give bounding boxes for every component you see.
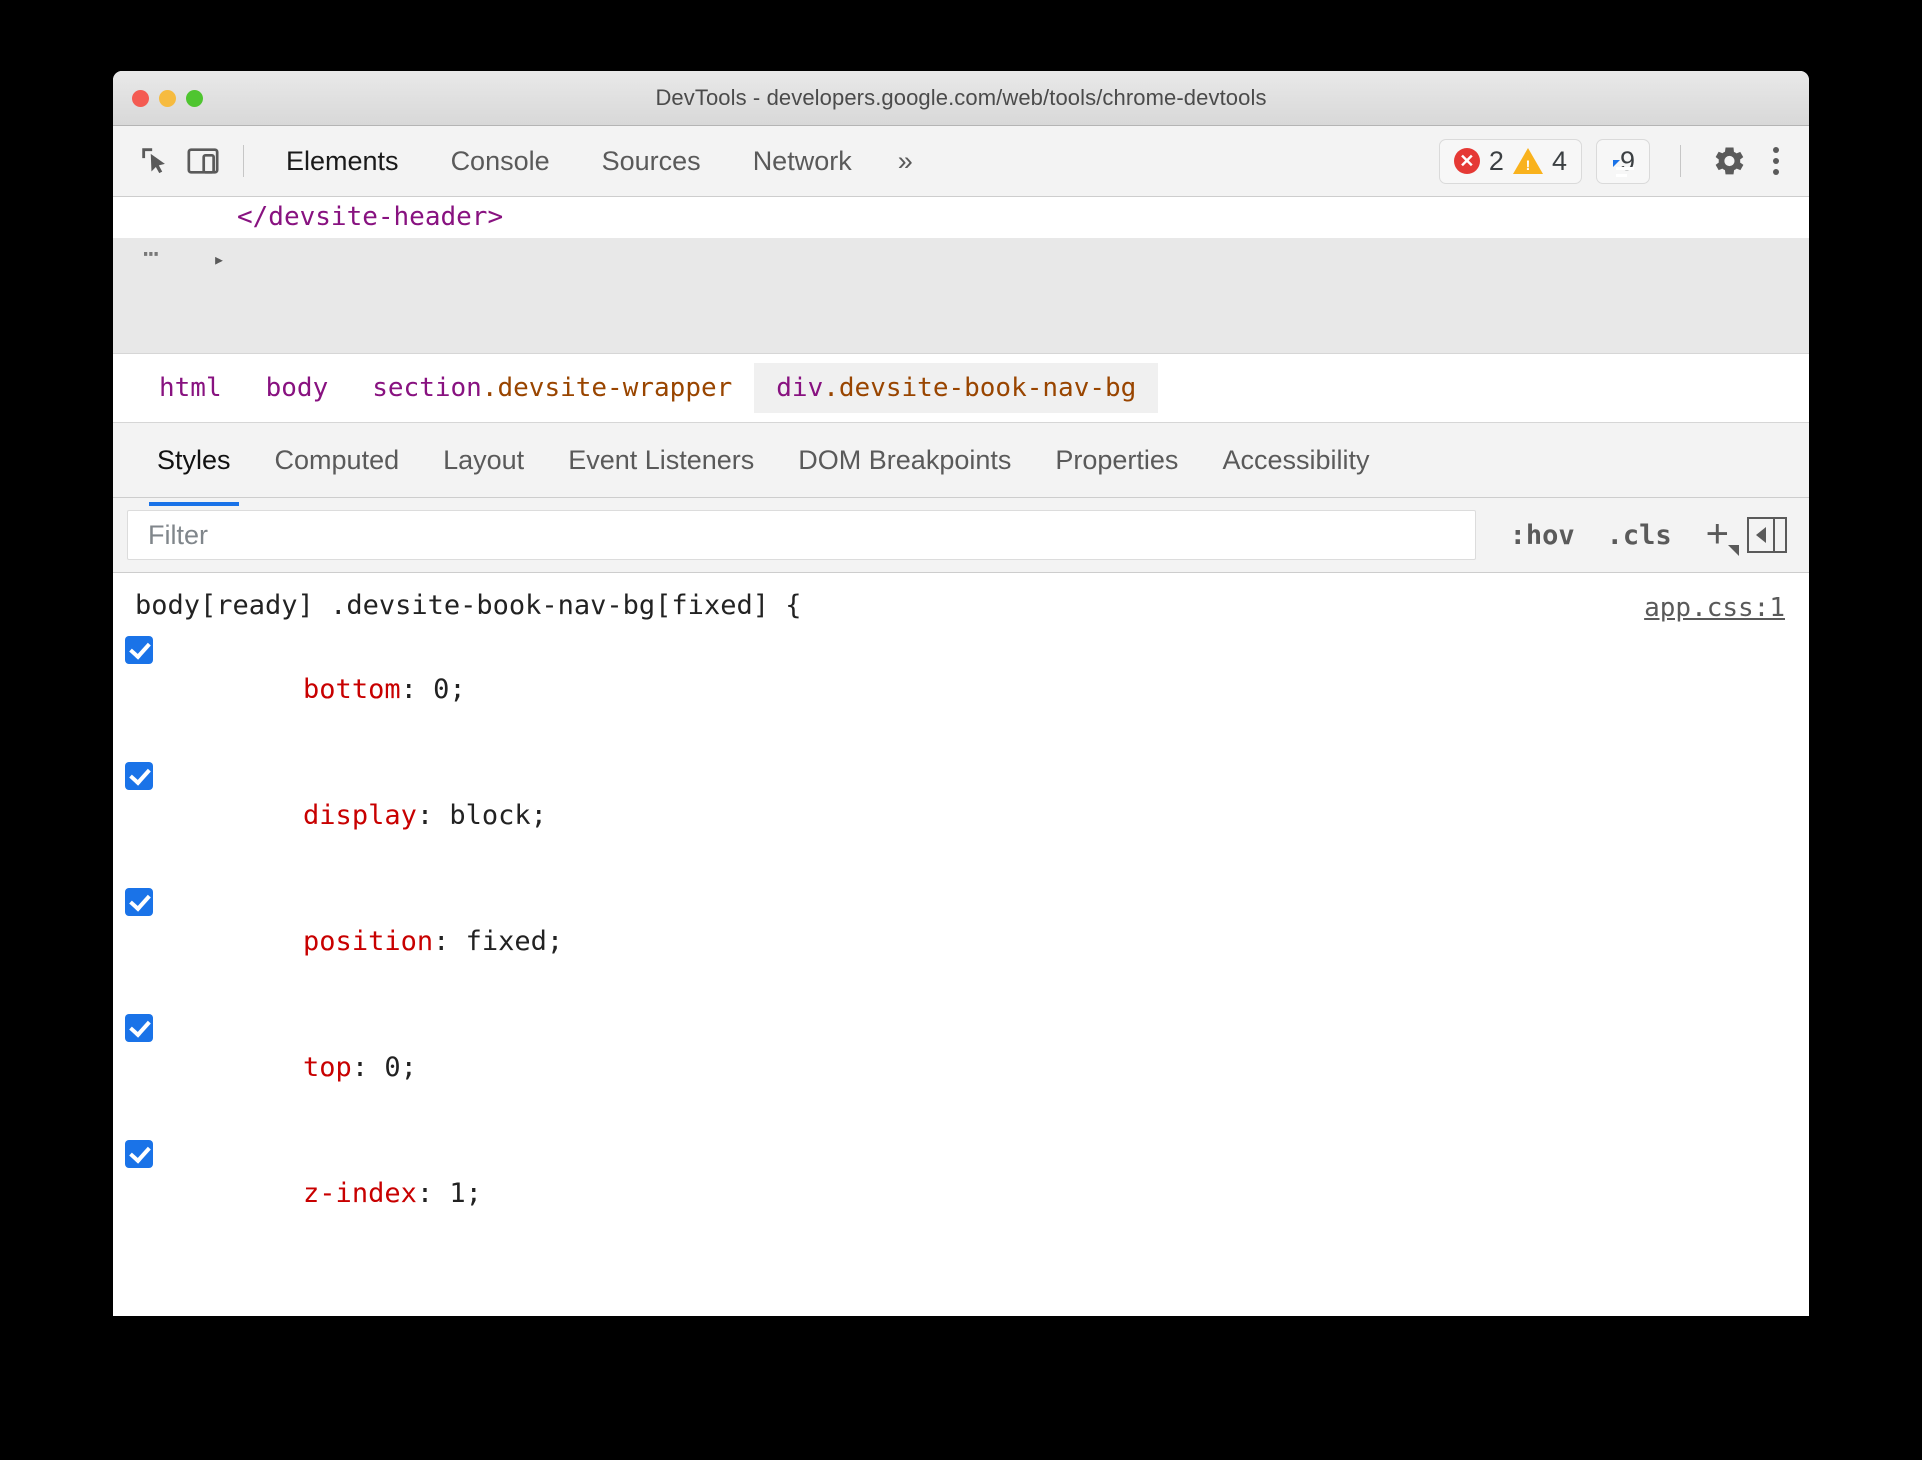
window-title: DevTools - developers.google.com/web/too… <box>655 85 1267 110</box>
filter-input-wrapper[interactable] <box>127 510 1476 560</box>
error-icon: ✕ <box>1453 148 1480 174</box>
warning-count: 4 <box>1551 145 1567 176</box>
toolbar-right-tools: ✕ 2 4 9 <box>1438 138 1791 184</box>
tab-properties[interactable]: Properties <box>1033 435 1200 486</box>
dom-more-icon[interactable]: ⋯ <box>143 234 162 275</box>
breadcrumb-item-div[interactable]: div.devsite-book-nav-bg <box>754 363 1159 413</box>
tab-styles[interactable]: Styles <box>135 435 253 506</box>
message-count: 9 <box>1619 145 1635 176</box>
device-toggle-icon[interactable] <box>179 137 227 185</box>
messages-counter[interactable]: 9 <box>1595 138 1650 184</box>
tab-sources[interactable]: Sources <box>576 138 727 185</box>
breadcrumb-item-html[interactable]: html <box>137 363 244 413</box>
tab-dom-breakpoints[interactable]: DOM Breakpoints <box>776 435 1033 486</box>
warning-icon <box>1512 148 1543 174</box>
breadcrumb-item-section[interactable]: section.devsite-wrapper <box>350 363 754 413</box>
cls-toggle-button[interactable]: .cls <box>1591 514 1688 557</box>
hov-toggle-button[interactable]: :hov <box>1494 514 1591 557</box>
toggle-sidebar-pane-icon <box>1775 519 1785 551</box>
toolbar-divider-2 <box>1680 145 1681 177</box>
styles-filter-row: :hov .cls + <box>113 498 1809 573</box>
breadcrumb-item-body[interactable]: body <box>244 363 351 413</box>
declaration-checkbox[interactable] <box>125 636 153 664</box>
tab-accessibility[interactable]: Accessibility <box>1200 435 1391 486</box>
tab-console[interactable]: Console <box>425 138 576 185</box>
toggle-sidebar-icon[interactable] <box>1747 517 1787 553</box>
issues-counter[interactable]: ✕ 2 4 <box>1438 138 1582 184</box>
declaration-display[interactable]: display: block; <box>113 753 1809 879</box>
inspect-cursor-icon[interactable] <box>131 137 179 185</box>
declaration-bottom[interactable]: bottom: 0; <box>113 627 1809 753</box>
search-input[interactable] <box>146 518 1457 552</box>
declaration-checkbox[interactable] <box>125 888 153 916</box>
dom-line-header-close[interactable]: </devsite-header> <box>113 197 1809 238</box>
tab-event-listeners[interactable]: Event Listeners <box>546 435 776 486</box>
devtools-window: DevTools - developers.google.com/web/too… <box>113 71 1809 1316</box>
styles-pane[interactable]: body[ready] .devsite-book-nav-bg[fixed] … <box>113 573 1809 1208</box>
breadcrumb: html body section.devsite-wrapper div.de… <box>113 354 1809 423</box>
panel-tabs: Elements Console Sources Network » <box>260 138 933 204</box>
more-tabs-icon[interactable]: » <box>878 138 933 185</box>
tab-layout[interactable]: Layout <box>421 435 546 486</box>
declaration-checkbox[interactable] <box>125 1014 153 1042</box>
declaration-top[interactable]: top: 0; <box>113 1005 1809 1131</box>
gear-icon[interactable] <box>1711 143 1747 179</box>
devtools-toolbar: Elements Console Sources Network » ✕ 2 4… <box>113 126 1809 204</box>
declaration-checkbox[interactable] <box>125 762 153 790</box>
toggle-sidebar-arrow-icon <box>1749 519 1775 551</box>
dom-tree[interactable]: </devsite-header> ⋯ ▸ <div class="devsit… <box>113 197 1809 354</box>
rule-selector[interactable]: body[ready] .devsite-book-nav-bg[fixed] … <box>113 585 1809 627</box>
message-tail-icon <box>1612 160 1620 167</box>
declaration-checkbox[interactable] <box>125 1140 153 1168</box>
dom-line-selected[interactable]: ⋯ ▸ <div class="devsite-book-nav-bg" fix… <box>113 238 1809 353</box>
plus-icon: + <box>1705 511 1729 556</box>
close-window-button[interactable] <box>132 90 149 107</box>
maximize-window-button[interactable] <box>186 90 203 107</box>
sidebar-tabs: Styles Computed Layout Event Listeners D… <box>113 423 1809 506</box>
toolbar-divider <box>243 145 244 177</box>
minimize-window-button[interactable] <box>159 90 176 107</box>
window-titlebar: DevTools - developers.google.com/web/too… <box>113 71 1809 126</box>
tab-computed[interactable]: Computed <box>253 435 422 486</box>
tab-network[interactable]: Network <box>727 138 878 185</box>
window-traffic-lights <box>132 90 203 107</box>
declaration-position[interactable]: position: fixed; <box>113 879 1809 1005</box>
error-count: 2 <box>1488 145 1504 176</box>
new-style-rule-button[interactable]: + <box>1688 514 1747 556</box>
expand-triangle-icon[interactable]: ▸ <box>213 239 225 280</box>
rule-source-link[interactable]: app.css:1 <box>1644 587 1785 629</box>
declaration-z-index[interactable]: z-index: 1; <box>113 1131 1809 1208</box>
style-rule-1: body[ready] .devsite-book-nav-bg[fixed] … <box>113 573 1809 1208</box>
kebab-menu-icon[interactable] <box>1761 141 1791 181</box>
dropdown-triangle-icon <box>1728 544 1739 556</box>
tab-elements[interactable]: Elements <box>260 138 425 204</box>
